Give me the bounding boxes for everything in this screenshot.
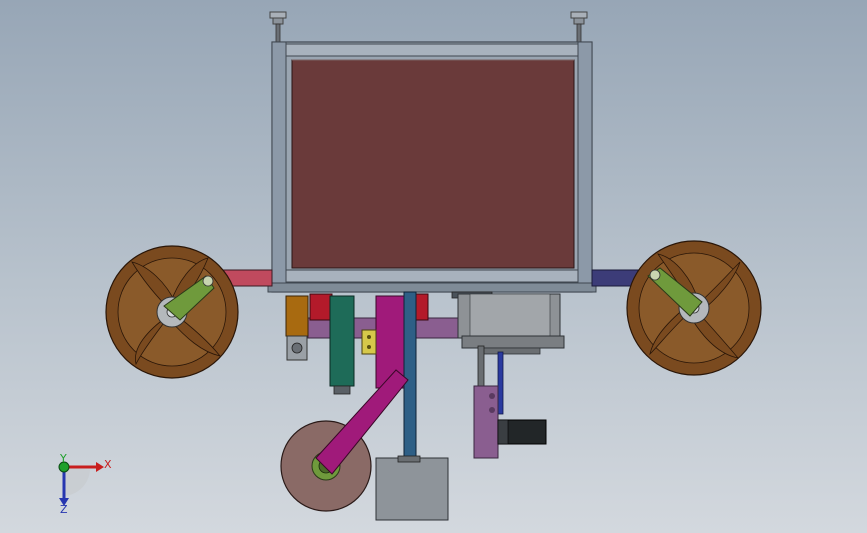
left-wheel [105,245,239,379]
shaft-coupling [397,455,421,463]
x-axis-label: X [104,458,112,471]
leveling-foot-right [570,11,588,43]
right-wheel [626,240,762,376]
machine-assembly-drawing: X Y Z [58,11,762,521]
cad-viewport[interactable]: X Y Z [0,0,867,533]
z-axis-label: Z [60,503,68,516]
linear-actuator [473,345,547,459]
drive-motor [457,293,565,355]
base-housing [375,457,449,521]
leveling-foot-left [269,11,287,43]
coordinate-triad-icon: X Y Z [58,452,112,516]
main-frame [267,41,597,293]
y-axis-label: Y [59,452,67,465]
